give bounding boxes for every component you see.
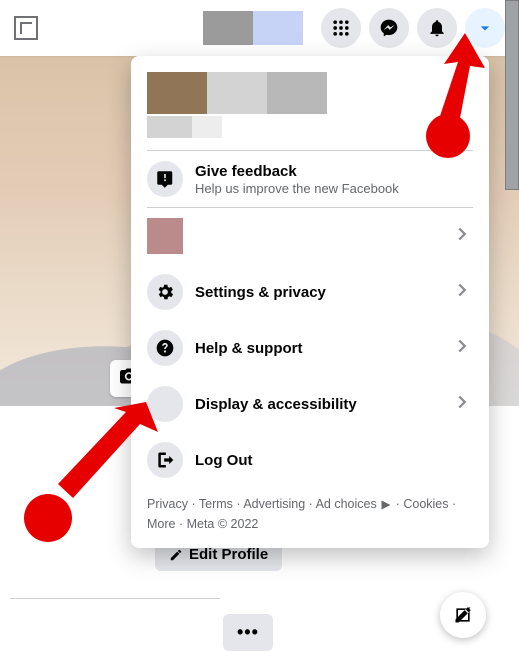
messenger-button[interactable]: [369, 8, 409, 48]
feedback-icon: [147, 161, 183, 197]
footer-terms-link[interactable]: Terms: [199, 497, 233, 511]
caret-down-icon: [475, 18, 495, 38]
redacted-account-item[interactable]: [131, 208, 489, 264]
profile-divider: [10, 598, 220, 599]
adchoices-icon: [380, 499, 392, 511]
dropdown-profile-header[interactable]: [131, 64, 489, 150]
redacted-profile-chip[interactable]: [203, 11, 303, 45]
notifications-button[interactable]: [417, 8, 457, 48]
footer-advertising-link[interactable]: Advertising: [243, 497, 305, 511]
footer-privacy-link[interactable]: Privacy: [147, 497, 188, 511]
feedback-subtitle: Help us improve the new Facebook: [195, 181, 473, 196]
footer-adchoices-link[interactable]: Ad choices: [316, 497, 393, 511]
feedback-title: Give feedback: [195, 163, 473, 180]
footer-meta: Meta © 2022: [187, 517, 259, 531]
compose-fab[interactable]: [440, 592, 486, 638]
more-button[interactable]: •••: [223, 614, 273, 651]
chevron-right-icon: [451, 335, 473, 362]
more-label: •••: [237, 622, 259, 642]
display-label: Display & accessibility: [195, 396, 439, 413]
chevron-right-icon: [451, 279, 473, 306]
account-dropdown: Give feedback Help us improve the new Fa…: [131, 56, 489, 548]
bell-icon: [427, 18, 447, 38]
settings-label: Settings & privacy: [195, 284, 439, 301]
question-icon: [147, 330, 183, 366]
edit-profile-label: Edit Profile: [189, 546, 268, 563]
gear-icon: [147, 274, 183, 310]
dropdown-footer: Privacy · Terms · Advertising · Ad choic…: [131, 488, 489, 534]
compose-icon: [453, 605, 473, 625]
display-accessibility-item[interactable]: Display & accessibility: [131, 376, 489, 432]
help-support-item[interactable]: Help & support: [131, 320, 489, 376]
messenger-icon: [379, 18, 399, 38]
logout-item[interactable]: Log Out: [131, 432, 489, 488]
logout-icon: [147, 442, 183, 478]
menu-button[interactable]: [321, 8, 361, 48]
logout-label: Log Out: [195, 452, 473, 469]
grid-icon: [331, 18, 351, 38]
pencil-icon: [169, 548, 183, 562]
footer-more-link[interactable]: More: [147, 517, 175, 531]
moon-icon: [147, 386, 183, 422]
facebook-logo-icon[interactable]: [14, 16, 38, 40]
settings-privacy-item[interactable]: Settings & privacy: [131, 264, 489, 320]
redacted-square-icon: [147, 218, 183, 254]
top-bar: [0, 0, 519, 56]
footer-cookies-link[interactable]: Cookies: [403, 497, 448, 511]
account-menu-button[interactable]: [465, 8, 505, 48]
help-label: Help & support: [195, 340, 439, 357]
chevron-right-icon: [451, 391, 473, 418]
give-feedback-item[interactable]: Give feedback Help us improve the new Fa…: [131, 151, 489, 207]
scrollbar-thumb[interactable]: [505, 0, 519, 190]
chevron-right-icon: [451, 223, 473, 250]
